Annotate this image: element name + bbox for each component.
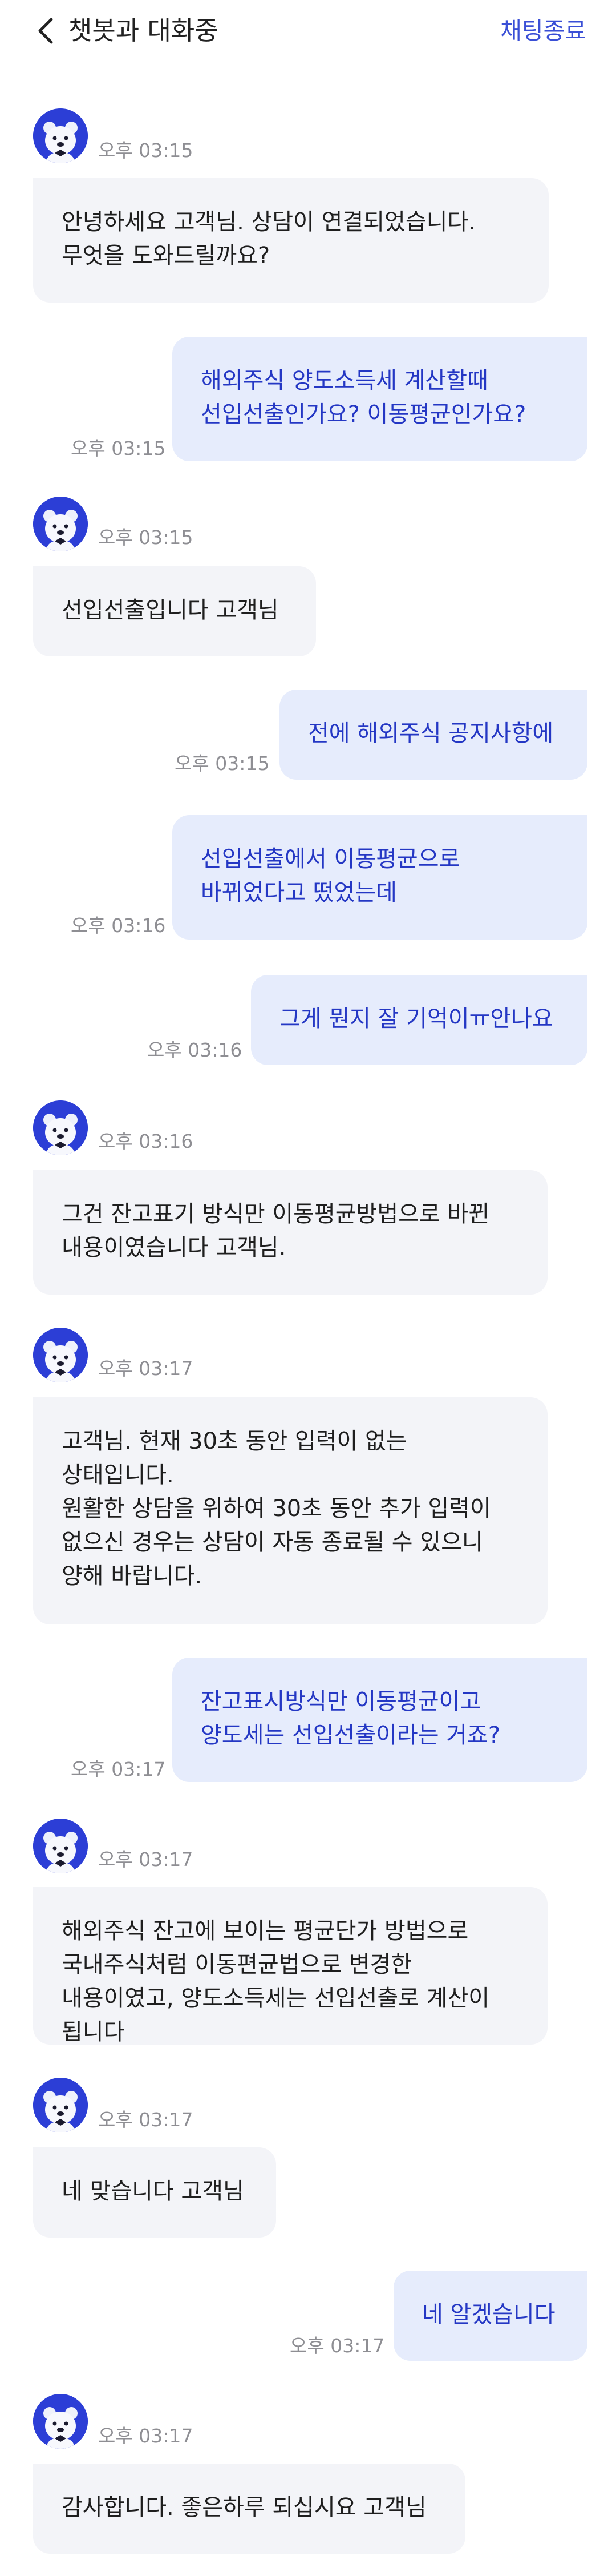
user-message: 해외주식 양도소득세 계산할때 선입선출인가요? 이동평균인가요?: [172, 337, 587, 461]
message-timestamp: 오후 03:17: [290, 2335, 385, 2357]
bear-mascot-icon: [33, 2394, 88, 2449]
user-message: 전에 해외주식 공지사항에: [279, 690, 587, 780]
bot-message: 선입선출입니다 고객님: [33, 566, 316, 656]
chatbot-avatar: [33, 497, 88, 551]
message-timestamp: 오후 03:17: [98, 1848, 193, 1870]
bear-mascot-icon: [33, 1328, 88, 1382]
bot-message: 안녕하세요 고객님. 상담이 연결되었습니다. 무엇을 도와드릴까요?: [33, 178, 549, 303]
chatbot-avatar: [33, 1819, 88, 1873]
message-timestamp: 오후 03:15: [98, 526, 193, 549]
bear-mascot-icon: [33, 1819, 88, 1873]
bot-message: 그건 잔고표기 방식만 이동평균방법으로 바뀐 내용이였습니다 고객님.: [33, 1170, 548, 1295]
message-timestamp: 오후 03:17: [98, 1357, 193, 1380]
chatbot-avatar: [33, 1100, 88, 1155]
bear-mascot-icon: [33, 108, 88, 163]
back-button[interactable]: [32, 15, 64, 47]
page-title: 챗봇과 대화중: [68, 15, 218, 46]
user-message: 잔고표시방식만 이동평균이고 양도세는 선입선출이라는 거죠?: [172, 1658, 587, 1782]
message-timestamp: 오후 03:15: [71, 437, 166, 459]
bear-mascot-icon: [33, 497, 88, 551]
message-timestamp: 오후 03:16: [98, 1130, 193, 1152]
chat-header: 챗봇과 대화중 채팅종료: [0, 0, 616, 63]
end-chat-button[interactable]: 채팅종료: [500, 15, 586, 47]
message-timestamp: 오후 03:15: [175, 752, 270, 775]
message-timestamp: 오후 03:17: [98, 2109, 193, 2131]
message-timestamp: 오후 03:17: [71, 1758, 166, 1780]
chatbot-avatar: [33, 108, 88, 163]
message-timestamp: 오후 03:16: [71, 914, 166, 937]
message-timestamp: 오후 03:17: [98, 2425, 193, 2447]
user-message: 선입선출에서 이동평균으로 바뀌었다고 떴었는데: [172, 815, 587, 940]
chatbot-avatar: [33, 2078, 88, 2132]
bot-message: 해외주식 잔고에 보이는 평균단가 방법으로 국내주식처럼 이동편균법으로 변경…: [33, 1887, 548, 2045]
bear-mascot-icon: [33, 1100, 88, 1155]
chevron-left-icon: [38, 18, 53, 44]
message-timestamp: 오후 03:15: [98, 139, 193, 162]
user-message: 네 알겠습니다: [394, 2271, 587, 2361]
bot-message: 고객님. 현재 30초 동안 입력이 없는 상태입니다. 원활한 상담을 위하여…: [33, 1397, 548, 1624]
bot-message: 감사합니다. 좋은하루 되십시요 고객님: [33, 2464, 465, 2554]
chatbot-avatar: [33, 1328, 88, 1382]
chatbot-avatar: [33, 2394, 88, 2449]
bot-message: 네 맞습니다 고객님: [33, 2147, 276, 2238]
message-timestamp: 오후 03:16: [147, 1039, 242, 1061]
user-message: 그게 뭔지 잘 기억이ㅠ안나요: [251, 975, 587, 1065]
bear-mascot-icon: [33, 2078, 88, 2132]
